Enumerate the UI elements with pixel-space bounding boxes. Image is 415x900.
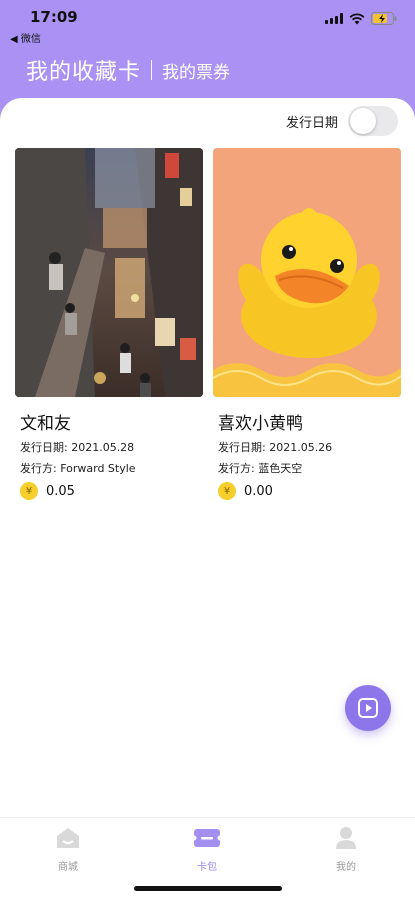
wifi-icon: [349, 12, 365, 25]
card-price: ¥ 0.00: [218, 482, 401, 500]
yuan-coin-icon: ¥: [20, 482, 38, 500]
card-issuer: 发行方: 蓝色天空: [218, 462, 303, 475]
toggle-knob: [350, 108, 376, 134]
card-title: 文和友: [20, 414, 71, 434]
tab-mine-label: 我的: [336, 862, 356, 873]
back-to-wechat-link[interactable]: ◀ 微信: [10, 30, 41, 45]
issue-date-toggle[interactable]: [348, 106, 398, 136]
signal-icon: [325, 13, 343, 24]
page-header: 我的收藏卡 我的票券: [26, 52, 230, 88]
tab-my-cards[interactable]: 我的收藏卡: [26, 54, 141, 86]
card-price-value: 0.05: [46, 483, 75, 499]
card-title: 喜欢小黄鸭: [218, 414, 303, 434]
play-icon: [358, 698, 378, 718]
user-icon: [336, 827, 356, 849]
header-divider: [151, 60, 153, 80]
card-price-value: 0.00: [244, 483, 273, 499]
battery-charging-icon: [371, 12, 397, 25]
shop-icon: [57, 828, 79, 848]
tab-card-wallet[interactable]: 卡包: [172, 826, 242, 873]
card-image-street-scene: [15, 148, 203, 397]
card-wallet-icon: [191, 829, 223, 847]
tab-mine[interactable]: 我的: [311, 826, 381, 873]
yuan-coin-icon: ¥: [218, 482, 236, 500]
play-video-button[interactable]: [345, 685, 391, 731]
card-issuer: 发行方: Forward Style: [20, 462, 136, 475]
card-image-rubber-duck: [213, 148, 401, 397]
status-bar: 17:09 ◀ 微信: [0, 0, 415, 46]
home-indicator[interactable]: [134, 886, 282, 891]
issue-date-label: 发行日期: [285, 115, 338, 131]
status-time: 17:09: [30, 8, 78, 26]
tab-card-wallet-label: 卡包: [197, 862, 217, 873]
tab-shop[interactable]: 商城: [33, 826, 103, 873]
issue-date-filter: 发行日期: [286, 106, 398, 136]
tab-my-tickets[interactable]: 我的票券: [162, 58, 230, 83]
card-issue-date: 发行日期: 2021.05.26: [218, 441, 333, 454]
card-price: ¥ 0.05: [20, 482, 203, 500]
tab-shop-label: 商城: [58, 862, 78, 873]
status-icons: [325, 12, 397, 25]
collection-card[interactable]: 文和友 发行日期: 2021.05.28 发行方: Forward Style …: [15, 148, 203, 500]
card-issue-date: 发行日期: 2021.05.28: [20, 441, 135, 454]
collection-card[interactable]: 喜欢小黄鸭 发行日期: 2021.05.26 发行方: 蓝色天空 ¥ 0.00: [213, 148, 401, 500]
